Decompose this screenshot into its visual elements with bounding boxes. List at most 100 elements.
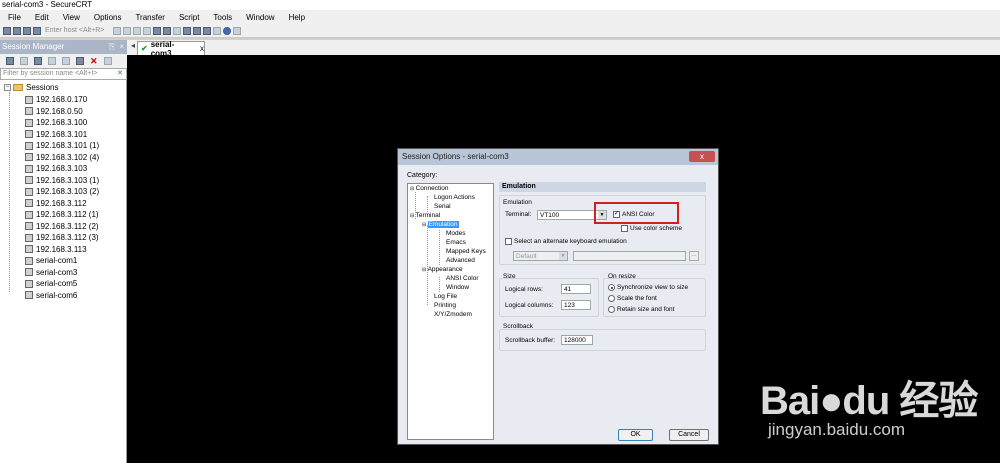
- session-item[interactable]: serial-com6: [25, 290, 77, 301]
- radio-button[interactable]: [608, 306, 615, 313]
- host-input[interactable]: Enter host <Alt+R>: [45, 26, 107, 36]
- radio-button[interactable]: [608, 295, 615, 302]
- print-icon[interactable]: [153, 26, 161, 35]
- connect-tab-icon[interactable]: [23, 26, 31, 35]
- session-item[interactable]: 192.168.3.112 (2): [25, 221, 99, 232]
- category-emulation-row[interactable]: ⊟ Emulation: [422, 221, 459, 228]
- help-icon[interactable]: [223, 26, 231, 35]
- quick-connect-icon[interactable]: [13, 26, 21, 35]
- session-item[interactable]: serial-com5: [25, 278, 77, 289]
- checkbox-box[interactable]: [621, 225, 628, 232]
- reconnect-icon[interactable]: [33, 26, 41, 35]
- clear-filter-icon[interactable]: ✕: [117, 69, 123, 79]
- sftp-icon[interactable]: [173, 26, 181, 35]
- menu-edit[interactable]: Edit: [27, 13, 55, 22]
- radio-scale-font[interactable]: Scale the font: [608, 295, 657, 302]
- session-item[interactable]: 192.168.0.50: [25, 106, 83, 117]
- category-ansi-color[interactable]: ANSI Color: [446, 275, 479, 282]
- ok-button[interactable]: OK: [618, 429, 653, 441]
- session-item[interactable]: 192.168.3.103 (1): [25, 175, 99, 186]
- keyboard-file-input[interactable]: [573, 251, 686, 261]
- properties-icon[interactable]: [103, 57, 112, 65]
- scrollback-input[interactable]: 128000: [561, 335, 593, 345]
- copy-session-icon[interactable]: [62, 57, 70, 65]
- menu-help[interactable]: Help: [281, 13, 311, 22]
- session-item[interactable]: serial-com3: [25, 267, 77, 278]
- category-appearance[interactable]: ⊟ Appearance: [422, 266, 463, 273]
- menu-script[interactable]: Script: [171, 13, 205, 22]
- chevron-down-icon[interactable]: ▼: [559, 252, 567, 260]
- logical-rows-input[interactable]: 41: [561, 284, 591, 294]
- category-logon-actions[interactable]: Logon Actions: [434, 194, 475, 201]
- cancel-button[interactable]: Cancel: [669, 429, 709, 441]
- print-selection-icon[interactable]: [163, 26, 171, 35]
- session-item[interactable]: 192.168.3.102 (4): [25, 152, 99, 163]
- session-item[interactable]: 192.168.3.113: [25, 244, 87, 255]
- collapse-icon[interactable]: −: [4, 84, 11, 91]
- session-icon: [25, 222, 33, 230]
- category-xyz-modem[interactable]: X/Y/Zmodem: [434, 311, 472, 318]
- menu-transfer[interactable]: Transfer: [127, 13, 171, 22]
- keyboard-select[interactable]: Default ▼: [513, 251, 568, 261]
- logical-columns-input[interactable]: 123: [561, 300, 591, 310]
- menu-window[interactable]: Window: [238, 13, 280, 22]
- tab-close-icon[interactable]: x: [200, 44, 204, 53]
- main-toolbar: Enter host <Alt+R>: [0, 24, 1000, 38]
- category-modes[interactable]: Modes: [446, 230, 466, 237]
- category-window[interactable]: Window: [446, 284, 469, 291]
- sessions-folder[interactable]: − Sessions: [4, 83, 58, 92]
- menu-options[interactable]: Options: [86, 13, 128, 22]
- session-item[interactable]: 192.168.3.112: [25, 198, 87, 209]
- category-connection[interactable]: ⊟ Connection: [410, 185, 448, 192]
- category-log-file[interactable]: Log File: [434, 293, 457, 300]
- radio-synchronize[interactable]: Synchronize view to size: [608, 284, 688, 291]
- category-terminal[interactable]: ⊟ Terminal: [410, 212, 440, 219]
- global-options-icon[interactable]: [193, 26, 201, 35]
- menu-tools[interactable]: Tools: [205, 13, 238, 22]
- session-item[interactable]: 192.168.3.112 (1): [25, 209, 99, 220]
- script-icon[interactable]: [213, 26, 221, 35]
- session-options-icon[interactable]: [183, 26, 191, 35]
- session-item[interactable]: 192.168.3.101: [25, 129, 87, 140]
- session-filter-input[interactable]: Filter by session name <Alt+I> ✕: [0, 68, 127, 80]
- connect-in-tab-icon[interactable]: [20, 57, 28, 65]
- category-emacs[interactable]: Emacs: [446, 239, 466, 246]
- copy-paste-icon[interactable]: [133, 26, 141, 35]
- session-item[interactable]: serial-com1: [25, 255, 77, 266]
- checkbox-box[interactable]: [505, 238, 512, 245]
- tab-scroll-icon[interactable]: ◂: [131, 41, 135, 50]
- copy-icon[interactable]: [113, 26, 121, 35]
- connect-session-icon[interactable]: [6, 57, 14, 65]
- pin-icon[interactable]: ⎘: [109, 40, 115, 54]
- keymap-editor-icon[interactable]: [233, 26, 241, 35]
- radio-retain-size[interactable]: Retain size and font: [608, 306, 674, 313]
- connect-icon[interactable]: [3, 26, 11, 35]
- category-printing[interactable]: Printing: [434, 302, 456, 309]
- session-item[interactable]: 192.168.3.103 (2): [25, 186, 99, 197]
- new-session-icon[interactable]: [34, 57, 42, 65]
- key-map-icon[interactable]: [203, 26, 211, 35]
- radio-button[interactable]: [608, 284, 615, 291]
- category-emulation[interactable]: Emulation: [427, 221, 459, 228]
- close-icon[interactable]: ×: [119, 40, 124, 54]
- cut-icon[interactable]: [48, 57, 56, 65]
- browse-button[interactable]: ...: [689, 251, 699, 261]
- paste-icon[interactable]: [123, 26, 131, 35]
- paste-session-icon[interactable]: [76, 57, 84, 65]
- menu-view[interactable]: View: [55, 13, 86, 22]
- session-item[interactable]: 192.168.3.100: [25, 117, 87, 128]
- session-item[interactable]: 192.168.3.103: [25, 163, 87, 174]
- tab-serial-com3[interactable]: ✔ serial-com3 x: [137, 40, 205, 58]
- find-icon[interactable]: [143, 26, 151, 35]
- dialog-close-button[interactable]: x: [689, 151, 715, 162]
- category-advanced[interactable]: Advanced: [446, 257, 475, 264]
- session-item[interactable]: 192.168.3.112 (3): [25, 232, 99, 243]
- use-color-scheme-checkbox[interactable]: Use color scheme: [621, 225, 682, 232]
- delete-icon[interactable]: ✕: [90, 56, 98, 67]
- session-item[interactable]: 192.168.3.101 (1): [25, 140, 99, 151]
- alt-keyboard-checkbox[interactable]: Select an alternate keyboard emulation: [505, 238, 627, 245]
- category-mapped-keys[interactable]: Mapped Keys: [446, 248, 486, 255]
- session-item[interactable]: 192.168.0.170: [25, 94, 87, 105]
- category-serial[interactable]: Serial: [434, 203, 451, 210]
- menu-file[interactable]: File: [0, 13, 27, 22]
